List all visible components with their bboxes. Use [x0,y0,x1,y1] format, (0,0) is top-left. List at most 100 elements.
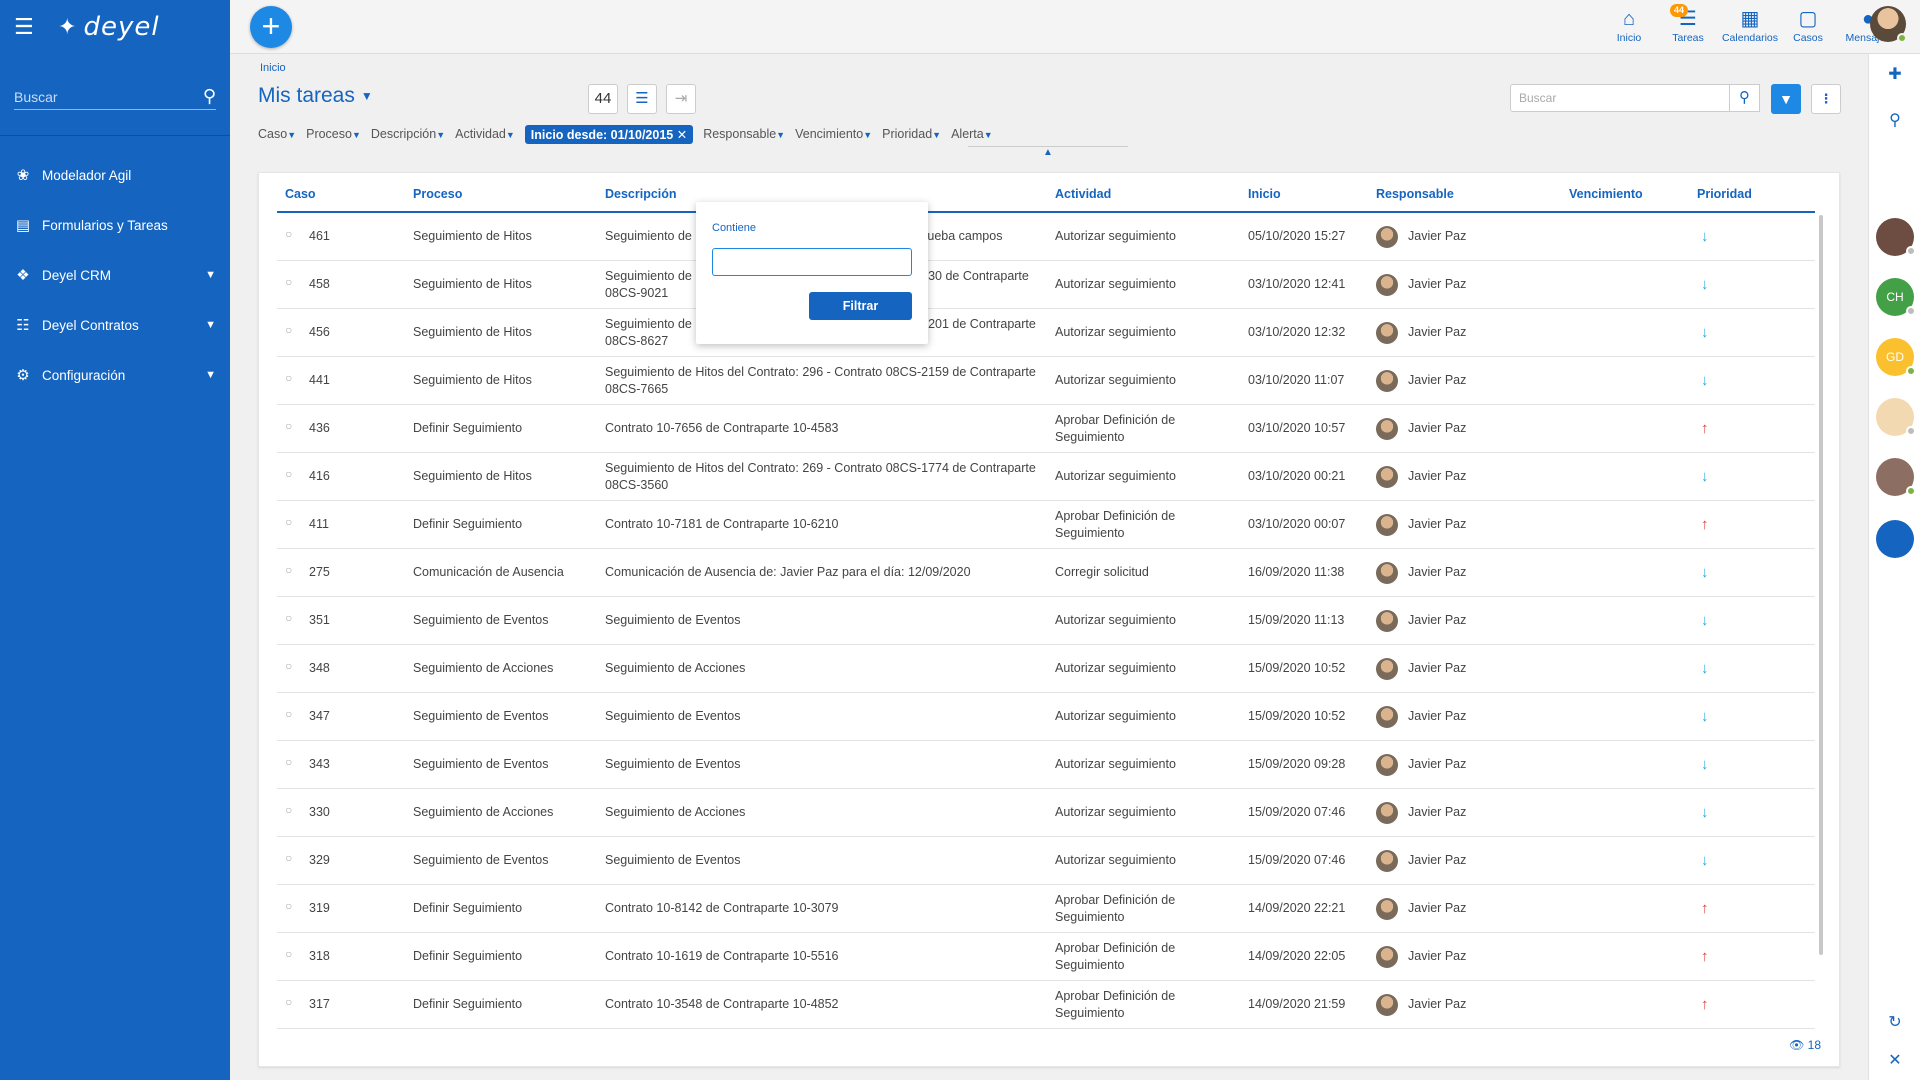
table-row[interactable]: ○ 319 Definir Seguimiento Contrato 10-8142 … [277,885,1815,933]
comment-icon[interactable]: ○ [285,515,292,529]
nav-tareas[interactable]: 44 ☰ Tareas [1658,4,1718,44]
table-row[interactable]: ○ 436 Definir Seguimiento Contrato 10-7656 … [277,405,1815,453]
filter-proceso[interactable]: Proceso▼ [306,127,361,141]
filter-alerta[interactable]: Alerta▼ [951,127,993,141]
col-header-proceso[interactable]: Proceso [413,187,462,201]
table-row[interactable]: ○458Seguimiento de HitosSeguimiento de H… [277,261,1815,309]
active-filter-chip[interactable]: Inicio desde: 01/10/2015 ✕ [524,124,694,144]
table-row[interactable]: ○ 317 Definir Seguimiento Contrato 10-3548 … [277,981,1815,1029]
more-vertical-icon[interactable]: ⋮ [1811,84,1841,114]
task-search-input[interactable] [1511,85,1729,111]
filter-caso[interactable]: Caso▼ [258,127,296,141]
chevron-up-icon[interactable]: ▲ [968,146,1128,158]
comment-icon[interactable]: ○ [285,755,292,769]
comment-icon[interactable]: ○ [285,899,292,913]
comment-icon[interactable]: ○ [285,851,292,865]
comment-icon[interactable]: ○ [285,563,292,577]
contains-input[interactable] [712,248,912,276]
sidebar-item-deyel-contratos[interactable]: ☷ Deyel Contratos ▼ [0,300,230,350]
col-header-prioridad[interactable]: Prioridad [1697,187,1752,201]
comment-icon[interactable]: ○ [285,275,292,289]
scrollbar[interactable] [1819,215,1823,955]
cell-actividad: Autorizar seguimiento [1055,229,1176,243]
comment-icon[interactable]: ○ [285,659,292,673]
contact-avatar[interactable] [1876,398,1916,436]
contact-avatar[interactable]: CH [1876,278,1916,316]
page-title[interactable]: Mis tareas ▼ [258,84,373,108]
logo[interactable]: ✦ deyel [58,12,160,42]
group-avatar[interactable] [1876,520,1914,558]
comment-icon[interactable]: ○ [285,707,292,721]
add-button[interactable]: + [250,6,292,48]
chevron-down-icon: ▼ [932,130,942,140]
cell-vencimiento [1569,405,1689,452]
nav-casos[interactable]: ▢ Casos [1778,6,1838,44]
comment-icon[interactable]: ○ [285,419,292,433]
table-row[interactable]: ○ 330 Seguimiento de Acciones Seguimiento d… [277,789,1815,837]
table-row[interactable]: ○ 347 Seguimiento de Eventos Seguimiento de… [277,693,1815,741]
table-row[interactable]: ○ 329 Seguimiento de Eventos Seguimiento de… [277,837,1815,885]
comment-icon[interactable]: ○ [285,803,292,817]
nav-calendarios[interactable]: ▦ Calendarios [1720,6,1780,44]
filter-descripcion[interactable]: Descripción▼ [371,127,445,141]
comment-icon[interactable]: ○ [285,947,292,961]
table-row[interactable]: ○456Seguimiento de HitosSeguimiento de H… [277,309,1815,357]
filter-responsable[interactable]: Responsable▼ [703,127,785,141]
comment-icon[interactable]: ○ [285,371,292,385]
close-icon[interactable]: ✕ [1869,1050,1920,1070]
avatar [1376,465,1398,488]
search-icon[interactable]: ⚲ [1869,110,1920,130]
filter-vencimiento[interactable]: Vencimiento▼ [795,127,872,141]
cell-proceso: Definir Seguimiento [413,421,523,435]
comment-icon[interactable]: ○ [285,323,292,337]
settings-sliders-icon[interactable]: ☰ [627,84,657,114]
sidebar-item-formularios[interactable]: ▤ Formularios y Tareas [0,200,230,250]
avatar [1376,993,1398,1016]
breadcrumb[interactable]: Inicio [260,62,286,74]
filter-apply-button[interactable]: Filtrar [809,292,912,320]
filter-icon[interactable]: ▼ [1771,84,1801,114]
filter-actividad[interactable]: Actividad▼ [455,127,515,141]
sidebar-item-modelador-agil[interactable]: ❀ Modelador Agil [0,150,230,200]
table-row[interactable]: ○ 351 Seguimiento de Eventos Seguimiento de… [277,597,1815,645]
col-header-caso[interactable]: Caso [285,187,316,201]
new-chat-icon[interactable]: ✚ [1869,64,1920,84]
comment-icon[interactable]: ○ [285,227,292,241]
table-row[interactable]: ○ 411 Definir Seguimiento Contrato 10-7181 … [277,501,1815,549]
cell-proceso: Definir Seguimiento [413,997,523,1011]
contact-avatar[interactable] [1876,218,1916,256]
sidebar-search-input[interactable] [14,88,184,105]
user-avatar[interactable] [1870,6,1907,43]
cell-caso: 347 [309,709,330,723]
table-row[interactable]: ○ 441 Seguimiento de Hitos Seguimiento de H… [277,357,1815,405]
table-row[interactable]: ○ 318 Definir Seguimiento Contrato 10-1619 … [277,933,1815,981]
sidebar-item-configuracion[interactable]: ⚙ Configuración ▼ [0,350,230,400]
col-header-descripcion[interactable]: Descripción [605,187,677,201]
col-header-actividad[interactable]: Actividad [1055,187,1111,201]
search-icon[interactable]: ⚲ [1730,84,1760,112]
table-row[interactable]: ○461Seguimiento de HitosSeguimiento de H… [277,213,1815,261]
sidebar-item-deyel-crm[interactable]: ❖ Deyel CRM ▼ [0,250,230,300]
comment-icon[interactable]: ○ [285,611,292,625]
search-icon[interactable]: ⚲ [203,86,216,107]
col-header-vencimiento[interactable]: Vencimiento [1569,187,1643,201]
comment-icon[interactable]: ○ [285,995,292,1009]
filter-prioridad[interactable]: Prioridad▼ [882,127,941,141]
col-header-responsable[interactable]: Responsable [1376,187,1454,201]
contact-avatar[interactable] [1876,458,1916,496]
table-row[interactable]: ○ 275 Comunicación de Ausencia Comunicación… [277,549,1815,597]
contact-avatar[interactable]: GD [1876,338,1916,376]
table-row[interactable]: ○ 348 Seguimiento de Acciones Seguimiento d… [277,645,1815,693]
col-header-inicio[interactable]: Inicio [1248,187,1281,201]
filter-label: Proceso [306,127,352,141]
export-icon[interactable]: ⇥ [666,84,696,114]
views-count: 18 [1807,1038,1821,1052]
refresh-icon[interactable]: ↻ [1869,1012,1920,1032]
table-row[interactable]: ○ 416 Seguimiento de Hitos Seguimiento de H… [277,453,1815,501]
hamburger-menu-icon[interactable]: ☰ [14,14,40,40]
comment-icon[interactable]: ○ [285,467,292,481]
cell-responsable: Javier Paz [1376,789,1556,836]
table-row[interactable]: ○ 343 Seguimiento de Eventos Seguimiento de… [277,741,1815,789]
nav-inicio[interactable]: ⌂ Inicio [1599,6,1659,44]
close-icon[interactable]: ✕ [677,128,687,142]
